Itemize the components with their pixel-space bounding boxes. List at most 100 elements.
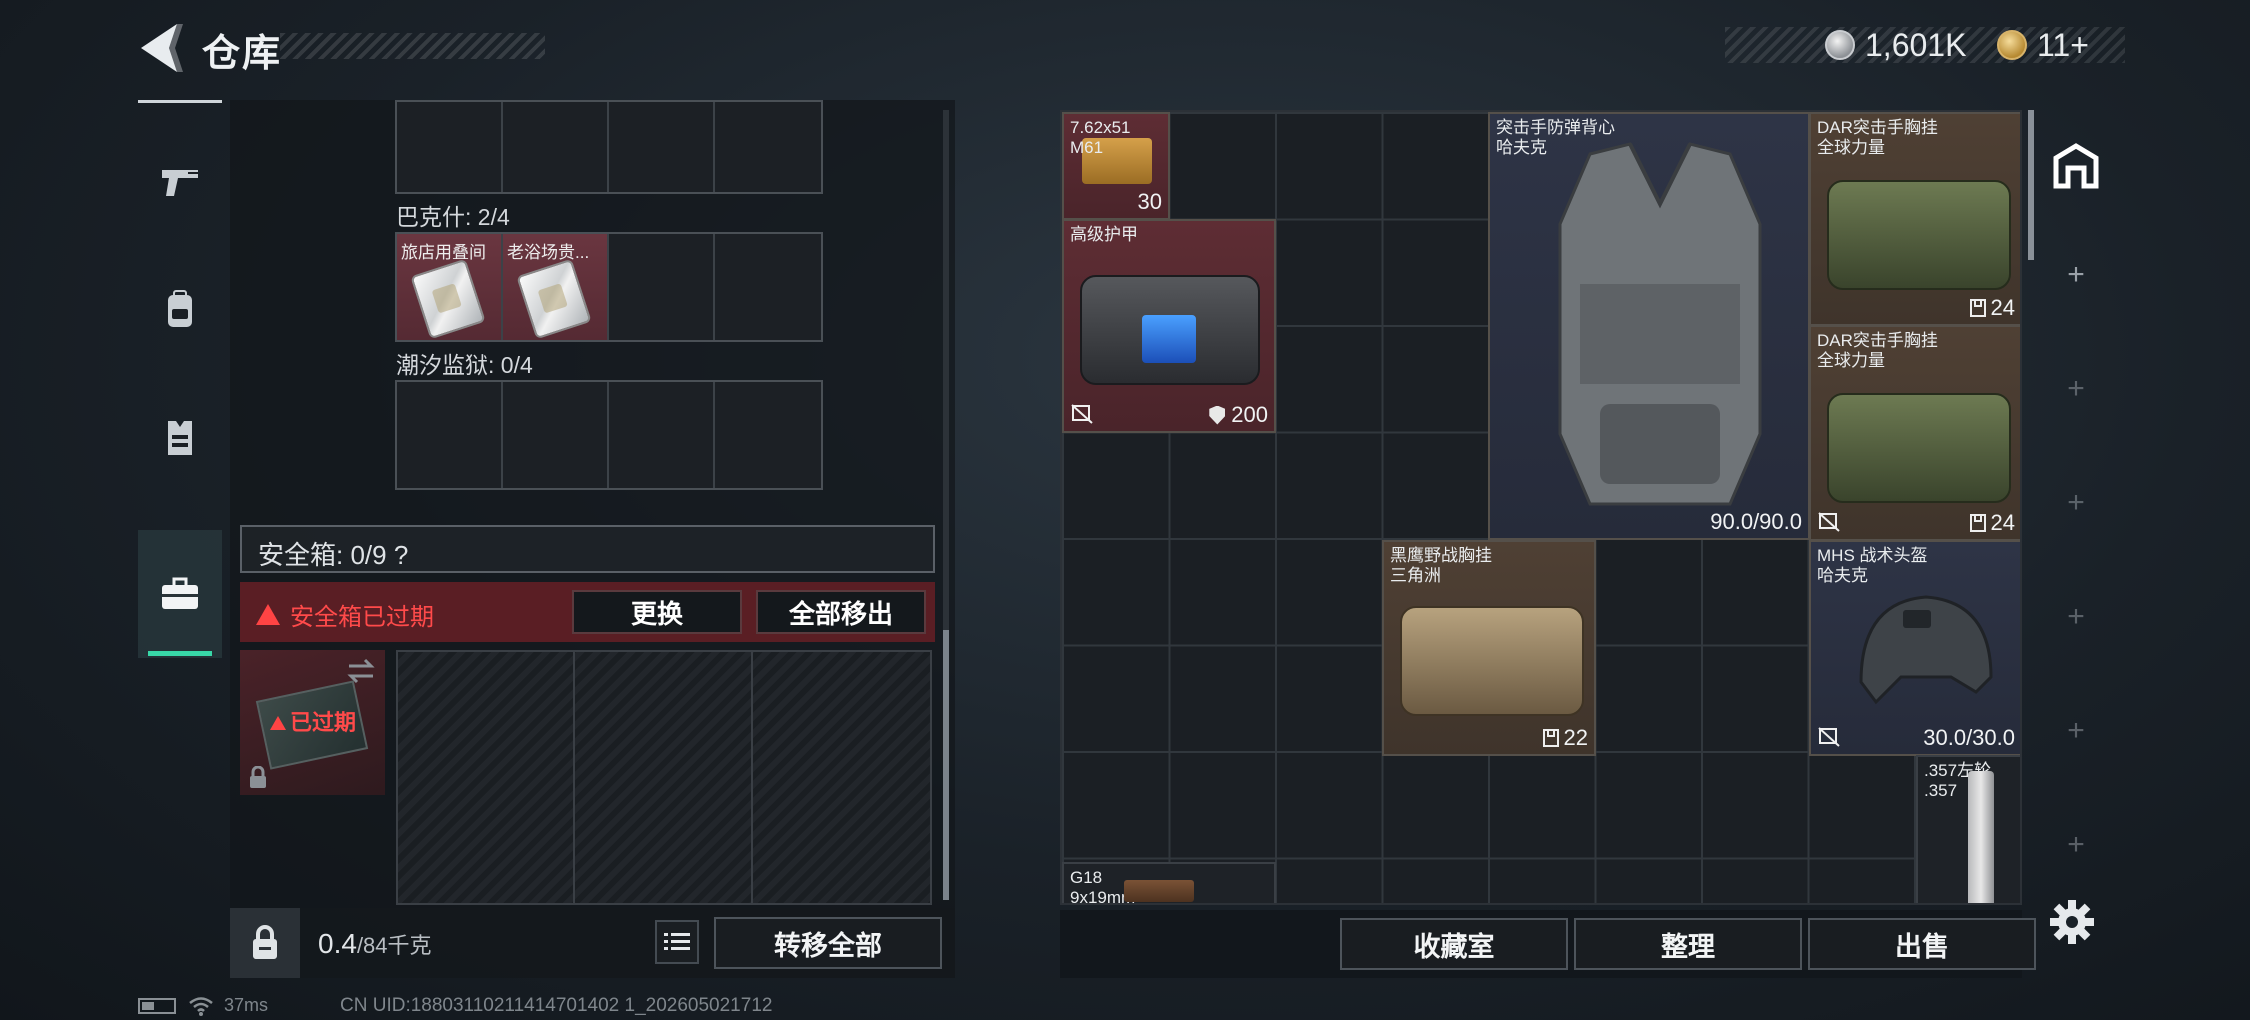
stash-item-ammo[interactable]: 7.62x51 M61 30 — [1062, 112, 1170, 220]
grid-slot[interactable] — [715, 234, 821, 340]
capacity-icon — [1969, 514, 1986, 532]
item-name: 黑鹰野战胸挂 三角洲 — [1390, 546, 1492, 585]
chest-rig-image — [1827, 180, 2011, 290]
lock-icon — [250, 766, 266, 788]
item-name: 老浴场贵... — [507, 243, 590, 262]
group-tide-label: 潮汐监狱: 0/4 — [396, 352, 533, 378]
item-qty: 30 — [1137, 189, 1162, 214]
stash-item-helmet[interactable]: MHS 战术头盔 哈夫克 30.0/30.0 — [1809, 540, 2020, 756]
transfer-all-button[interactable]: 转移全部 — [714, 917, 942, 969]
stash-item-black-eagle-rig[interactable]: 黑鹰野战胸挂 三角洲 22 — [1382, 540, 1596, 756]
add-stash-page-button[interactable]: + — [2040, 600, 2112, 634]
grid-slot[interactable] — [715, 382, 821, 488]
silver-currency[interactable]: 1,601K — [1825, 27, 1966, 63]
back-button[interactable] — [135, 20, 185, 76]
silver-coin-icon — [1825, 30, 1855, 60]
tab-backpack[interactable] — [138, 246, 222, 374]
gold-coin-icon — [1997, 30, 2027, 60]
safe-expired-bar: 安全箱已过期 更换 全部移出 — [240, 582, 935, 642]
safe-slot[interactable] — [753, 652, 930, 903]
key-card-item[interactable]: 老浴场贵... — [503, 234, 609, 340]
item-name: MHS 战术头盔 哈夫克 — [1817, 546, 1928, 585]
lock-button[interactable] — [230, 908, 300, 978]
safe-slot[interactable] — [575, 652, 753, 903]
grid-slot[interactable] — [715, 102, 821, 192]
sell-button[interactable]: 出售 — [1808, 918, 2036, 970]
grid-slot[interactable] — [609, 382, 715, 488]
stash-grid-panel: 7.62x51 M61 30 高级护甲 200 突击手防弹背心 哈夫克 90.0… — [1060, 110, 2022, 905]
item-name: 高级护甲 — [1070, 225, 1138, 244]
pistol-image — [1124, 880, 1194, 902]
grid-slot[interactable] — [397, 382, 503, 488]
stash-item-armor-case[interactable]: 高级护甲 200 — [1062, 219, 1276, 433]
item-name: 旅店用叠间 — [401, 243, 486, 262]
grid-slot[interactable] — [609, 234, 715, 340]
key-card-item[interactable]: 旅店用叠间 — [397, 234, 503, 340]
vest-image — [1558, 142, 1762, 506]
list-view-button[interactable] — [655, 920, 699, 964]
gear-icon — [2050, 900, 2094, 944]
organize-button[interactable]: 整理 — [1574, 918, 1802, 970]
stash-page-main[interactable] — [2040, 130, 2112, 202]
page-title: 仓库 — [202, 33, 283, 75]
safe-box-header[interactable]: 安全箱: 0/9 ? — [240, 525, 935, 573]
grid-slot[interactable] — [609, 102, 715, 192]
no-insure-icon — [1818, 512, 1840, 532]
safe-box-slot[interactable]: 已过期 — [240, 650, 385, 795]
tab-weapons[interactable] — [138, 118, 222, 246]
gold-currency[interactable]: 11+ — [1997, 27, 2089, 63]
pistol-icon — [162, 170, 198, 196]
gold-amount: 11+ — [2037, 26, 2089, 63]
grid-slot[interactable] — [503, 382, 609, 488]
item-durability: 90.0/90.0 — [1710, 509, 1802, 534]
battery-icon — [138, 997, 176, 1014]
item-capacity: 24 — [1969, 295, 2015, 321]
add-stash-page-button[interactable]: + — [2040, 372, 2112, 406]
stash-item-dar-rig[interactable]: DAR突击手胸挂 全球力量 24 — [1809, 112, 2020, 326]
armor-case-image — [1080, 275, 1260, 385]
tab-safe-box[interactable] — [138, 530, 222, 658]
wifi-icon — [189, 996, 213, 1016]
add-stash-page-button[interactable]: + — [2040, 828, 2112, 862]
currency-bar: 1,601K 11+ — [1725, 27, 2125, 63]
safe-slot[interactable] — [398, 652, 576, 903]
list-icon — [664, 933, 690, 950]
ping-text: 37ms — [224, 995, 269, 1015]
item-name: DAR突击手胸挂 全球力量 — [1817, 331, 1938, 370]
weight-display: 0.4/84千克 — [318, 928, 432, 960]
tab-vest[interactable] — [138, 374, 222, 502]
replace-button[interactable]: 更换 — [572, 590, 742, 634]
top-key-grid — [395, 100, 823, 194]
add-stash-page-button[interactable]: + — [2040, 486, 2112, 520]
chest-rig-image — [1827, 393, 2011, 503]
stash-item-assault-vest[interactable]: 突击手防弹背心 哈夫克 90.0/90.0 — [1488, 112, 1810, 540]
grid-slot[interactable] — [503, 102, 609, 192]
stash-scrollbar[interactable] — [2028, 110, 2034, 900]
keycard-icon — [516, 258, 592, 340]
stash-item-revolver[interactable]: .357左轮 .357 — [1916, 755, 2020, 903]
side-nav — [138, 100, 222, 675]
backpack-icon — [168, 290, 192, 327]
back-arrow-icon — [141, 24, 183, 72]
left-scrollbar[interactable] — [943, 110, 949, 900]
settings-button[interactable] — [2048, 898, 2096, 946]
grid-slot[interactable] — [397, 102, 503, 192]
tide-key-grid — [395, 380, 823, 490]
uid-text: CN UID:18803110211414701402 1_2026050217… — [340, 995, 773, 1016]
add-stash-page-button[interactable]: + — [2040, 258, 2112, 292]
scroll-thumb[interactable] — [943, 630, 949, 900]
add-stash-page-button[interactable]: + — [2040, 714, 2112, 748]
move-all-out-button[interactable]: 全部移出 — [756, 590, 926, 634]
scroll-thumb[interactable] — [2028, 110, 2034, 260]
expired-warning-text: 安全箱已过期 — [290, 604, 434, 631]
stash-item-g18[interactable]: G18 9x19mm — [1062, 862, 1276, 903]
safe-box-expired-label: 已过期 — [270, 705, 356, 737]
title-decoration — [280, 33, 545, 59]
item-durability: 30.0/30.0 — [1923, 725, 2015, 750]
collection-room-button[interactable]: 收藏室 — [1340, 918, 1568, 970]
bakshi-key-grid: 旅店用叠间 老浴场贵... — [395, 232, 823, 342]
stash-bottom-bar: 收藏室 整理 出售 — [1060, 910, 2036, 978]
expired-warning: 安全箱已过期 — [256, 597, 434, 632]
stash-item-dar-rig[interactable]: DAR突击手胸挂 全球力量 24 — [1809, 325, 2020, 541]
capacity-icon — [1969, 299, 1986, 317]
